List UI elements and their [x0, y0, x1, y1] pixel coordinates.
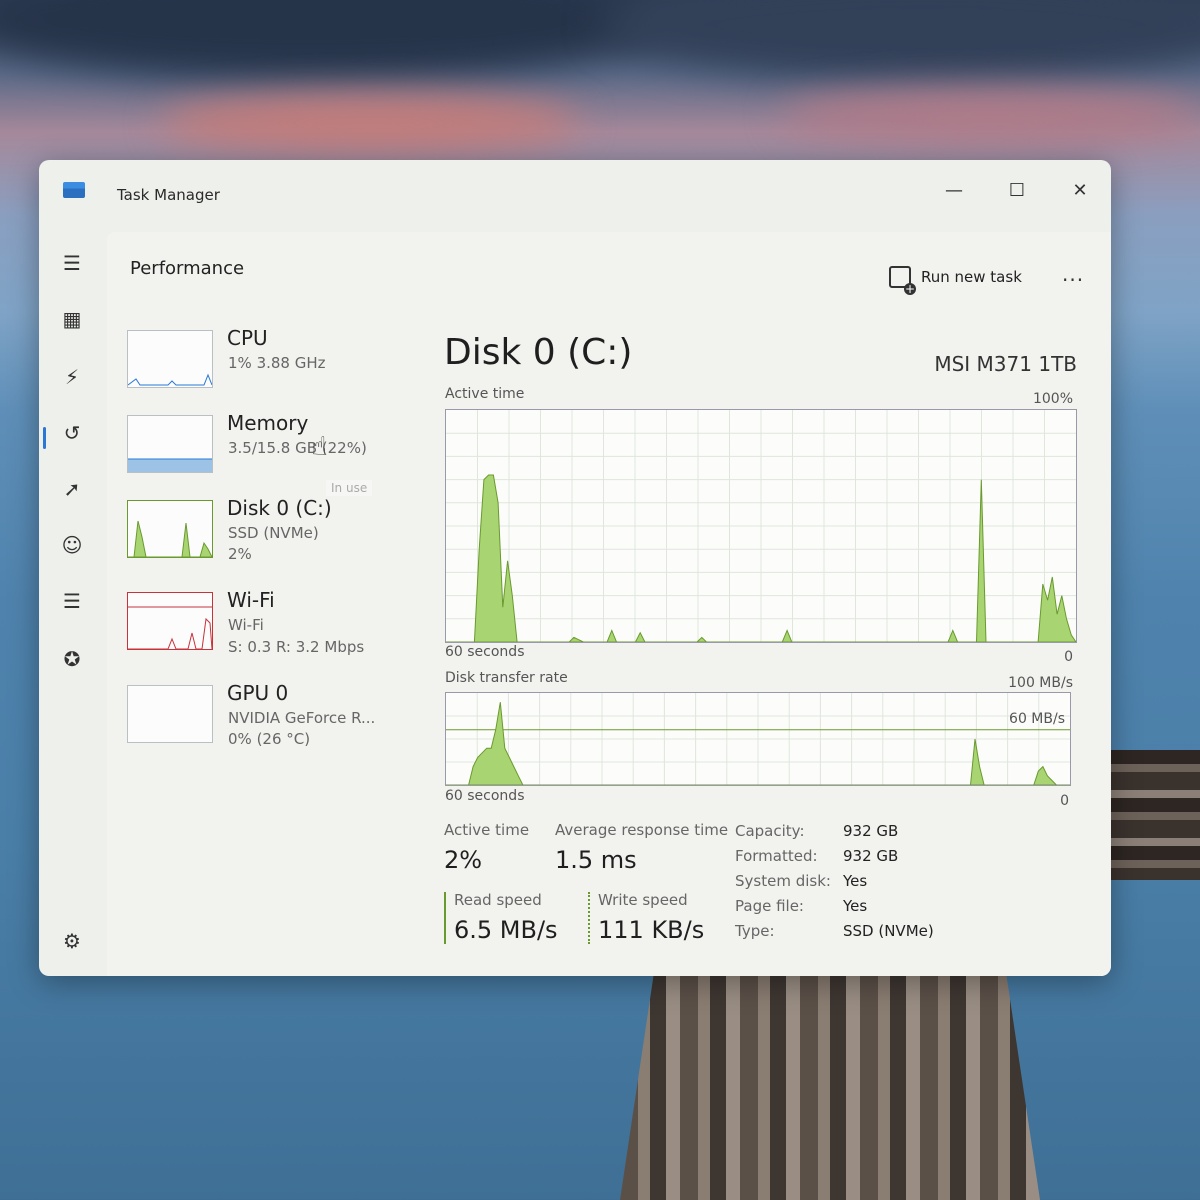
write-speed-label: Write speed — [598, 891, 688, 909]
wallpaper-cloud — [600, 0, 1200, 80]
transfer-rate-graph-x-right: 0 — [1060, 793, 1069, 809]
run-task-icon — [889, 266, 916, 295]
avg-response-time-value: 1.5 ms — [555, 846, 637, 874]
property-value: SSD (NVMe) — [843, 922, 934, 940]
maximize-button[interactable]: ☐ — [1002, 178, 1032, 204]
details-icon[interactable]: ☰ — [57, 586, 87, 616]
avg-response-time-label: Average response time — [555, 821, 729, 839]
device-name: CPU — [227, 326, 268, 350]
write-speed-value: 111 KB/s — [598, 916, 705, 944]
device-detail: SSD (NVMe) — [228, 524, 319, 542]
property-value: 932 GB — [843, 847, 899, 865]
device-detail-2: S: 0.3 R: 3.2 Mbps — [228, 638, 365, 656]
performance-icon[interactable]: ⚡ — [57, 362, 87, 392]
disk-model: MSI M371 1TB — [934, 352, 1077, 376]
wallpaper-pier-post — [1105, 750, 1200, 880]
device-item-cpu[interactable]: CPU 1% 3.88 GHz — [127, 326, 417, 400]
minimize-button[interactable]: — — [939, 178, 969, 204]
users-icon[interactable]: ☺ — [57, 530, 87, 560]
property-key: Type: — [735, 922, 775, 940]
mouse-cursor-icon: ☝ — [311, 432, 327, 462]
device-detail: 3.5/15.8 GB (22%) — [228, 439, 367, 457]
device-detail-2: 2% — [228, 545, 252, 563]
read-speed-indicator — [444, 892, 446, 944]
task-manager-window: Task Manager — ☐ ✕ ☰ ▦ ⚡ ↺ ➚ ☺ ☰ ✪ ⚙ Per… — [39, 160, 1111, 976]
device-item-memory[interactable]: Memory 3.5/15.8 GB (22%) — [127, 411, 417, 485]
property-key: Capacity: — [735, 822, 805, 840]
active-nav-indicator — [43, 427, 46, 449]
device-detail: Wi-Fi — [228, 616, 264, 634]
tooltip: In use — [326, 480, 373, 496]
title-bar[interactable]: Task Manager — ☐ ✕ — [39, 160, 1111, 224]
active-time-stat-label: Active time — [444, 821, 530, 839]
device-detail-2: 0% (26 °C) — [228, 730, 311, 748]
close-button[interactable]: ✕ — [1065, 178, 1095, 204]
wifi-thumbnail — [127, 592, 213, 650]
device-item-disk-0[interactable]: Disk 0 (C:) SSD (NVMe) 2% — [127, 496, 417, 570]
device-detail: 1% 3.88 GHz — [228, 354, 326, 372]
transfer-rate-graph — [445, 692, 1071, 786]
active-time-graph-x-left: 60 seconds — [445, 644, 525, 660]
memory-thumbnail — [127, 415, 213, 473]
more-options-button[interactable]: ... — [1062, 262, 1084, 286]
memory-thumbnail-graph — [128, 458, 212, 472]
run-new-task-label: Run new task — [921, 268, 1022, 286]
startup-apps-icon[interactable]: ➚ — [57, 474, 87, 504]
settings-gear-icon[interactable]: ⚙ — [57, 926, 87, 956]
property-key: Formatted: — [735, 847, 818, 865]
property-key: System disk: — [735, 872, 831, 890]
performance-panel: Performance Run new task ... CPU 1% 3.88… — [107, 232, 1111, 976]
run-new-task-button[interactable]: Run new task — [889, 266, 1022, 295]
wallpaper-cloud — [160, 95, 580, 150]
transfer-rate-graph-svg — [446, 693, 1070, 786]
write-speed-indicator — [588, 892, 590, 944]
active-time-graph-label: Active time — [445, 386, 525, 402]
disk-title: Disk 0 (C:) — [444, 332, 633, 373]
processes-icon[interactable]: ▦ — [57, 304, 87, 334]
property-value: Yes — [843, 897, 868, 915]
property-value: 932 GB — [843, 822, 899, 840]
active-time-graph-x-right: 0 — [1064, 649, 1073, 665]
active-time-graph — [445, 409, 1077, 643]
cpu-thumbnail — [127, 330, 213, 388]
active-time-graph-max: 100% — [1032, 391, 1073, 407]
property-key: Page file: — [735, 897, 804, 915]
device-name: Memory — [227, 411, 309, 435]
window-title: Task Manager — [117, 186, 220, 204]
read-speed-label: Read speed — [454, 891, 542, 909]
services-icon[interactable]: ✪ — [57, 644, 87, 674]
app-history-icon[interactable]: ↺ — [57, 418, 87, 448]
disk-thumbnail-graph — [128, 520, 212, 557]
device-name: Disk 0 (C:) — [227, 496, 332, 520]
gpu-thumbnail — [127, 685, 213, 743]
device-name: GPU 0 — [227, 681, 289, 705]
transfer-rate-graph-label: Disk transfer rate — [445, 670, 568, 686]
wallpaper-pier — [620, 975, 1040, 1200]
transfer-rate-graph-x-left: 60 seconds — [445, 788, 525, 804]
page-title: Performance — [130, 258, 245, 279]
cpu-thumbnail-graph — [128, 373, 212, 386]
device-item-gpu-0[interactable]: GPU 0 NVIDIA GeForce R... 0% (26 °C) — [127, 681, 417, 755]
device-detail: NVIDIA GeForce R... — [228, 709, 376, 727]
sidebar: ☰ ▦ ⚡ ↺ ➚ ☺ ☰ ✪ ⚙ — [39, 224, 105, 976]
transfer-rate-graph-mid: 60 MB/s — [1009, 711, 1065, 727]
transfer-rate-graph-max: 100 MB/s — [1008, 675, 1073, 691]
device-name: Wi-Fi — [227, 588, 275, 612]
wallpaper-cloud — [780, 90, 1200, 140]
device-item-wifi[interactable]: Wi-Fi Wi-Fi S: 0.3 R: 3.2 Mbps — [127, 588, 417, 662]
task-manager-app-icon — [63, 182, 85, 198]
active-time-stat-value: 2% — [444, 846, 483, 874]
hamburger-menu-icon[interactable]: ☰ — [57, 248, 87, 278]
wallpaper-cloud — [0, 0, 660, 80]
read-speed-value: 6.5 MB/s — [454, 916, 558, 944]
property-value: Yes — [843, 872, 868, 890]
disk-thumbnail — [127, 500, 213, 558]
active-time-graph-svg — [446, 410, 1077, 643]
wifi-thumbnail-graph — [128, 606, 212, 649]
